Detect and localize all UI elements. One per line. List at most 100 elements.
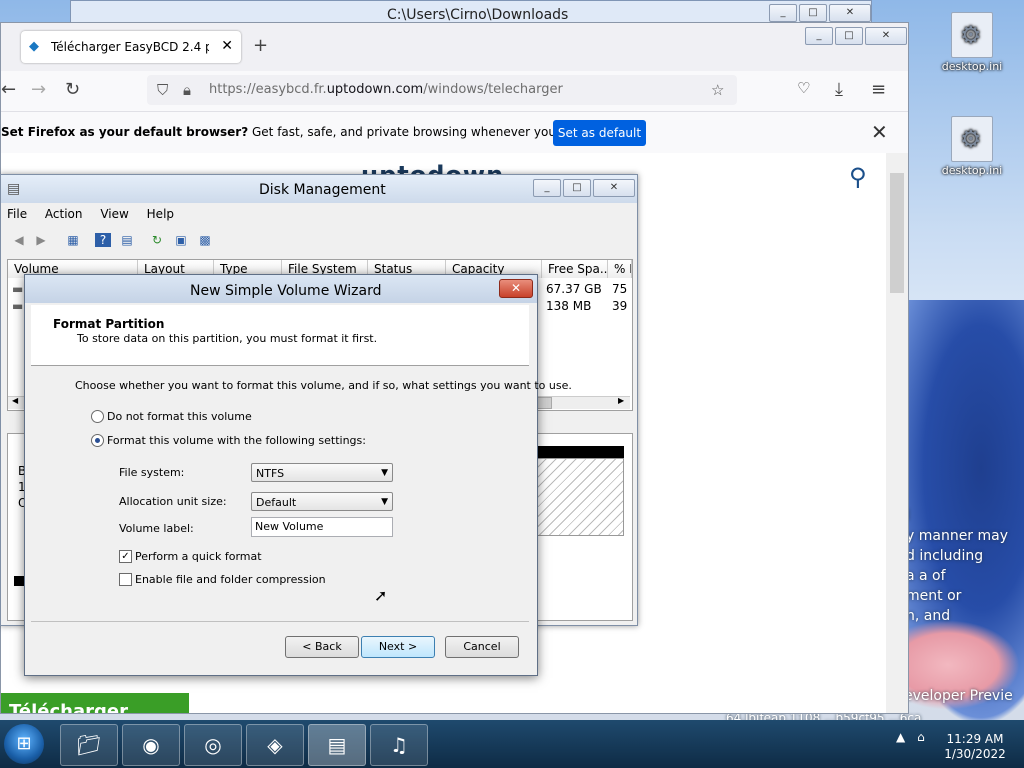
minimize-button[interactable]: _ (533, 179, 561, 197)
compression-label[interactable]: Enable file and folder compression (135, 573, 326, 586)
chrome-taskbar-icon[interactable]: ◎ (184, 724, 242, 766)
set-as-default-button[interactable]: Set as default (553, 120, 646, 146)
properties-icon[interactable]: ▤ (119, 233, 135, 247)
drive-icon: ▬ (12, 299, 24, 313)
scroll-left-icon[interactable]: ◀ (12, 396, 18, 405)
close-button[interactable]: ✕ (499, 279, 533, 298)
close-notification-icon[interactable]: ✕ (871, 120, 888, 144)
search-icon[interactable]: ⚲ (849, 163, 867, 191)
desktop-icon-label: desktop.ini (941, 60, 1003, 73)
download-button[interactable]: Télécharger (1, 693, 189, 713)
wizard-body: Choose whether you want to format this v… (31, 367, 572, 615)
close-button[interactable]: ✕ (865, 27, 907, 45)
compression-checkbox[interactable] (119, 573, 132, 586)
scrollbar-thumb[interactable] (890, 173, 904, 293)
close-tab-icon[interactable]: ✕ (221, 38, 233, 54)
notification-question: Set Firefox as your default browser? (1, 125, 249, 139)
close-button[interactable]: ✕ (593, 179, 635, 197)
menu-help[interactable]: Help (147, 207, 174, 221)
quick-format-label[interactable]: Perform a quick format (135, 550, 262, 563)
disk-settings-icon[interactable]: ▩ (197, 233, 213, 247)
unallocated-partition[interactable] (536, 458, 624, 536)
chevron-down-icon: ▼ (381, 468, 388, 478)
maximize-button[interactable]: □ (799, 4, 827, 22)
bookmark-star-icon[interactable]: ☆ (711, 81, 724, 99)
format-volume-radio[interactable] (91, 434, 104, 447)
close-button[interactable]: ✕ (829, 4, 871, 22)
minimize-button[interactable]: _ (769, 4, 797, 22)
file-explorer-taskbar-icon[interactable]: 📁︎ (60, 724, 118, 766)
url-text[interactable]: https://easybcd.fr.uptodown.com/windows/… (209, 82, 563, 97)
back-button[interactable]: < Back (285, 636, 359, 658)
column-percent-free[interactable]: % F (608, 260, 632, 278)
new-simple-volume-wizard[interactable]: New Simple Volume Wizard ✕ Format Partit… (24, 274, 572, 676)
start-button[interactable]: ⊞ (4, 724, 44, 764)
new-tab-icon[interactable]: + (253, 35, 268, 56)
disk-management-taskbar-icon[interactable]: ▤ (308, 724, 366, 766)
background-text-5: ment or (906, 588, 962, 604)
refresh-icon[interactable]: ↻ (149, 233, 165, 247)
system-clock[interactable]: 11:29 AM 1/30/2022 (940, 732, 1010, 762)
minimize-button[interactable]: _ (805, 27, 833, 45)
page-title: Format Partition (53, 317, 165, 331)
desktop-icon-desktop-ini-2[interactable]: desktop.ini (936, 116, 1008, 177)
file-system-select[interactable]: NTFS ▼ (251, 463, 393, 482)
maximize-button[interactable]: □ (835, 27, 863, 45)
instruction-text: Choose whether you want to format this v… (75, 379, 572, 392)
row-1-percent-free: 75 (612, 282, 628, 296)
maximize-button[interactable]: □ (563, 179, 591, 197)
do-not-format-radio[interactable] (91, 410, 104, 423)
volume-label-input[interactable]: New Volume (251, 517, 393, 537)
network-app-taskbar-icon[interactable]: ◈ (246, 724, 304, 766)
column-free-space[interactable]: Free Spa... (542, 260, 608, 278)
forward-arrow-icon[interactable]: ▶ (33, 233, 49, 247)
help-icon[interactable]: ? (95, 233, 111, 247)
allocation-unit-label: Allocation unit size: (119, 495, 227, 508)
tab-strip: ◆ Télécharger EasyBCD 2.4 pour W ✕ + _ □… (1, 23, 908, 71)
menu-view[interactable]: View (100, 207, 128, 221)
quick-format-checkbox[interactable]: ✓ (119, 550, 132, 563)
back-arrow-icon[interactable]: ◀ (11, 233, 27, 247)
show-hide-console-icon[interactable]: ▦ (65, 233, 81, 247)
pocket-icon[interactable]: ♡ (797, 79, 810, 97)
cancel-button[interactable]: Cancel (445, 636, 519, 658)
desktop-icon-desktop-ini-1[interactable]: desktop.ini (936, 12, 1008, 73)
do-not-format-label[interactable]: Do not format this volume (107, 410, 252, 423)
forward-arrow-icon[interactable]: → (31, 79, 46, 100)
disk-management-title: Disk Management (259, 182, 386, 198)
shield-icon[interactable]: ⛉ (157, 81, 168, 99)
row-2-percent-free: 39 (612, 299, 628, 313)
background-text-7: eveloper Previe (904, 688, 1013, 704)
menu-file[interactable]: File (7, 207, 27, 221)
url-bar[interactable]: ⛉ 🔒︎ https://easybcd.fr.uptodown.com/win… (147, 75, 737, 105)
default-browser-notification: Set Firefox as your default browser? Get… (1, 111, 908, 154)
menu-hamburger-icon[interactable]: ≡ (871, 79, 886, 100)
next-button[interactable]: Next > (361, 636, 435, 658)
disk-management-titlebar: ▤ Disk Management _ □ ✕ (1, 175, 637, 203)
downloads-icon[interactable]: ⤓ (835, 79, 843, 100)
format-volume-label[interactable]: Format this volume with the following se… (107, 434, 366, 447)
mouse-cursor-icon: ➚ (374, 586, 388, 605)
background-tab (277, 37, 427, 55)
uptodown-favicon-icon: ◆ (29, 39, 39, 54)
browser-tab[interactable]: ◆ Télécharger EasyBCD 2.4 pour W ✕ (21, 31, 241, 63)
media-app-taskbar-icon[interactable]: ♫ (370, 724, 428, 766)
network-icon[interactable]: ⌂ (917, 730, 925, 744)
explorer-title: C:\Users\Cirno\Downloads (387, 7, 569, 23)
legend-swatch (14, 576, 24, 586)
show-hidden-icons-icon[interactable]: ▲ (896, 730, 905, 744)
lock-icon[interactable]: 🔒︎ (183, 81, 191, 99)
firefox-taskbar-icon[interactable]: ◉ (122, 724, 180, 766)
menu-action[interactable]: Action (45, 207, 83, 221)
disk-management-app-icon: ▤ (7, 181, 21, 197)
taskbar: ⊞ 📁︎ ◉ ◎ ◈ ▤ ♫ ▲ ⌂ 11:29 AM 1/30/2022 (0, 720, 1024, 768)
allocation-unit-select[interactable]: Default ▼ (251, 492, 393, 511)
allocation-unit-value: Default (256, 496, 297, 509)
system-tray: ▲ ⌂ (896, 730, 925, 744)
reload-icon[interactable]: ↻ (65, 79, 80, 100)
scroll-right-icon[interactable]: ▶ (618, 396, 624, 405)
drive-icon: ▬ (12, 282, 24, 296)
rescan-disks-icon[interactable]: ▣ (173, 233, 189, 247)
back-arrow-icon[interactable]: ← (1, 79, 16, 100)
page-scrollbar[interactable] (886, 153, 908, 713)
